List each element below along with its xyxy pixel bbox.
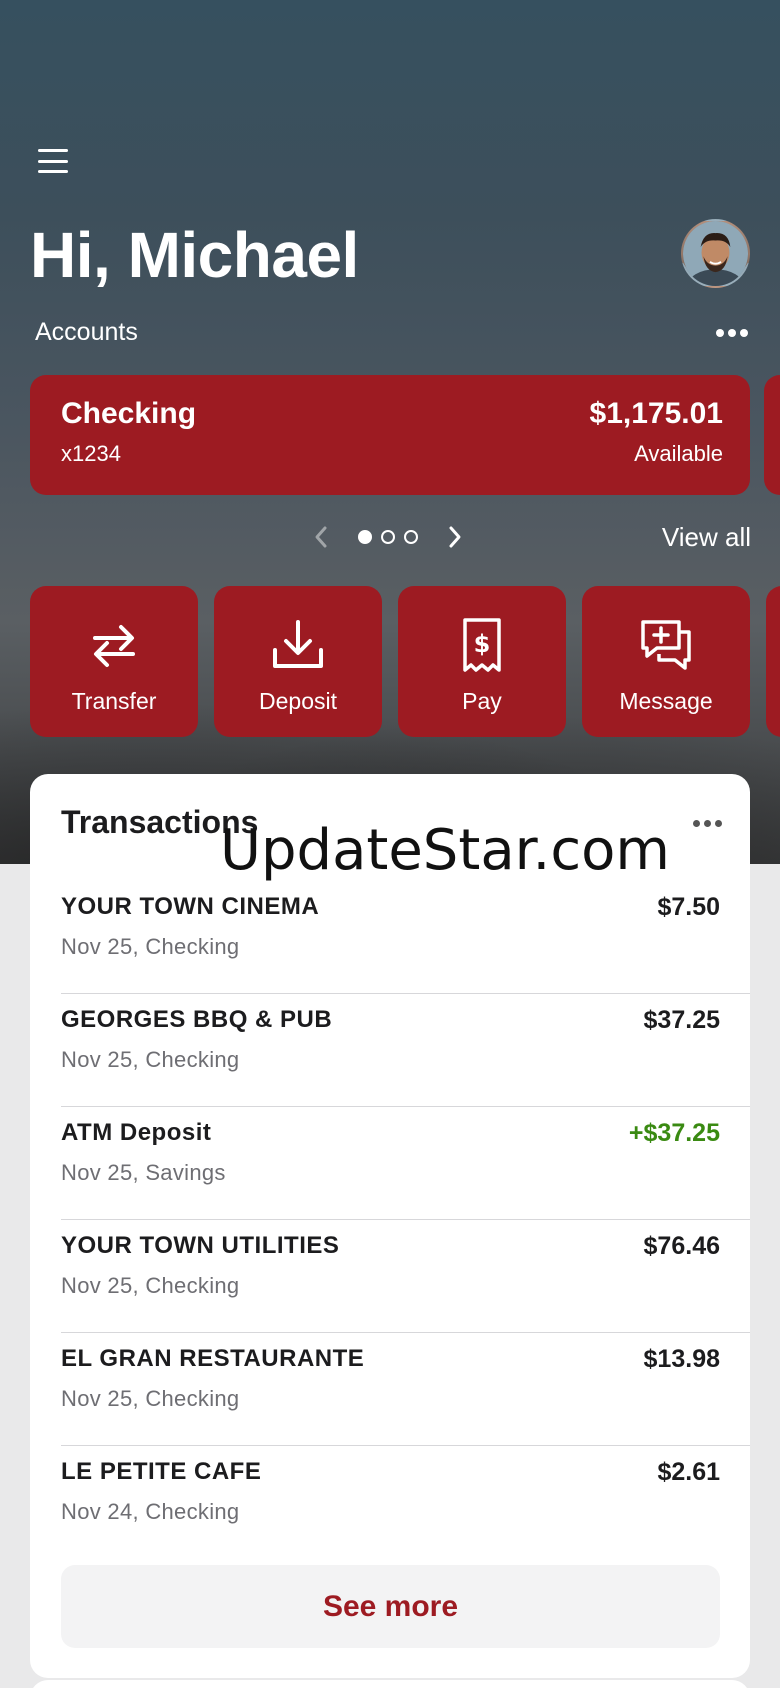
- see-more-button[interactable]: See more: [61, 1565, 720, 1648]
- pay-label: Pay: [462, 688, 502, 714]
- hamburger-menu-icon[interactable]: [36, 146, 70, 176]
- transaction-amount: $37.25: [643, 1006, 720, 1034]
- chevron-left-icon[interactable]: [310, 522, 332, 552]
- chevron-right-icon[interactable]: [444, 522, 466, 552]
- deposit-icon: [273, 620, 323, 668]
- avatar[interactable]: [681, 219, 750, 288]
- account-card-checking[interactable]: Checking x1234 $1,175.01 Available: [30, 375, 750, 495]
- transaction-merchant: YOUR TOWN UTILITIES: [61, 1232, 340, 1259]
- account-pager: [310, 522, 466, 552]
- transaction-merchant: GEORGES BBQ & PUB: [61, 1006, 333, 1033]
- transfer-icon: [93, 625, 135, 667]
- more-actions-card[interactable]: [766, 586, 780, 737]
- transaction-amount: $76.46: [643, 1232, 720, 1260]
- list-item[interactable]: YOUR TOWN CINEMA Nov 25, Checking $7.50: [61, 881, 750, 994]
- transaction-merchant: EL GRAN RESTAURANTE: [61, 1345, 365, 1372]
- list-item[interactable]: LE PETITE CAFE Nov 24, Checking $2.61: [61, 1446, 750, 1559]
- account-balance-label: Available: [634, 441, 723, 466]
- accounts-more-icon[interactable]: [716, 329, 748, 337]
- transaction-meta: Nov 25, Checking: [61, 934, 240, 959]
- pager-dot[interactable]: [358, 530, 372, 544]
- pager-dot[interactable]: [404, 530, 418, 544]
- svg-text:$: $: [474, 630, 491, 658]
- message-icon: [641, 620, 691, 670]
- transaction-merchant: ATM Deposit: [61, 1119, 212, 1146]
- transaction-amount: $2.61: [657, 1458, 720, 1486]
- transaction-merchant: YOUR TOWN CINEMA: [61, 893, 320, 920]
- list-item[interactable]: GEORGES BBQ & PUB Nov 25, Checking $37.2…: [61, 994, 750, 1107]
- transfer-button[interactable]: Transfer: [30, 586, 198, 737]
- account-name: Checking: [61, 397, 197, 430]
- transaction-meta: Nov 24, Checking: [61, 1499, 240, 1524]
- pay-button[interactable]: $ Pay: [398, 586, 566, 737]
- transaction-meta: Nov 25, Savings: [61, 1160, 226, 1185]
- pay-bill-icon: $: [463, 618, 501, 672]
- accounts-heading: Accounts: [35, 318, 138, 346]
- transaction-list: YOUR TOWN CINEMA Nov 25, Checking $7.50 …: [61, 881, 750, 1559]
- pager-dot[interactable]: [381, 530, 395, 544]
- list-item[interactable]: EL GRAN RESTAURANTE Nov 25, Checking $13…: [61, 1333, 750, 1446]
- greeting-title: Hi, Michael: [30, 219, 359, 291]
- view-all-link[interactable]: View all: [662, 522, 751, 553]
- transaction-meta: Nov 25, Checking: [61, 1273, 240, 1298]
- next-account-card[interactable]: [764, 375, 780, 495]
- transactions-card: Transactions UpdateStar.com YOUR TOWN CI…: [30, 774, 750, 1678]
- next-card-peek: [30, 1680, 750, 1688]
- account-balance: $1,175.01: [589, 397, 723, 430]
- message-button[interactable]: Message: [582, 586, 750, 737]
- pager-dots: [358, 530, 418, 544]
- account-number: x1234: [61, 441, 121, 466]
- transaction-meta: Nov 25, Checking: [61, 1047, 240, 1072]
- list-item[interactable]: ATM Deposit Nov 25, Savings +$37.25: [61, 1107, 750, 1220]
- transaction-amount: +$37.25: [628, 1119, 720, 1147]
- deposit-label: Deposit: [259, 688, 337, 714]
- transaction-amount: $13.98: [643, 1345, 720, 1373]
- transfer-label: Transfer: [71, 688, 157, 714]
- transaction-merchant: LE PETITE CAFE: [61, 1458, 262, 1485]
- transaction-meta: Nov 25, Checking: [61, 1386, 240, 1411]
- watermark: UpdateStar.com: [220, 818, 670, 883]
- transaction-amount: $7.50: [657, 893, 720, 921]
- deposit-button[interactable]: Deposit: [214, 586, 382, 737]
- list-item[interactable]: YOUR TOWN UTILITIES Nov 25, Checking $76…: [61, 1220, 750, 1333]
- transactions-more-icon[interactable]: [693, 820, 722, 827]
- profile-photo-icon: [683, 221, 748, 286]
- quick-actions: Transfer Deposit $ Pay Message: [30, 586, 750, 737]
- message-label: Message: [619, 688, 713, 714]
